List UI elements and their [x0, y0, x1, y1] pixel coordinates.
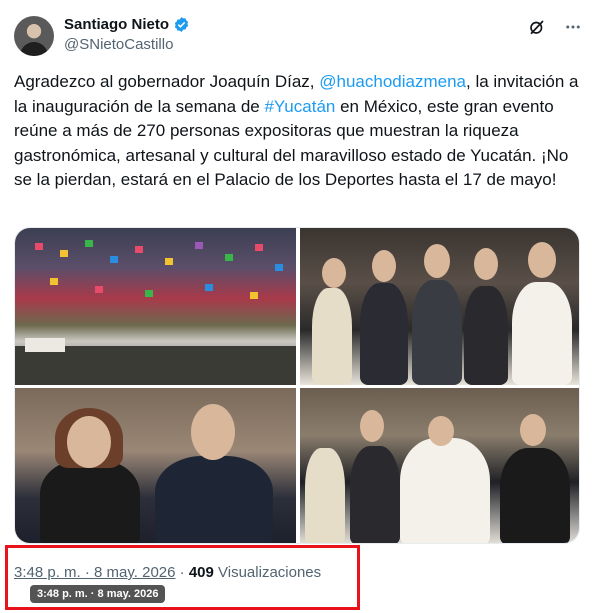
- hashtag-link[interactable]: #Yucatán: [264, 97, 335, 116]
- verified-badge-icon: [174, 17, 189, 32]
- author-names: Santiago Nieto @SNietoCastillo: [64, 16, 190, 53]
- handle[interactable]: @SNietoCastillo: [64, 36, 190, 53]
- timestamp-tooltip: 3:48 p. m. · 8 may. 2026: [30, 585, 166, 603]
- mention-link[interactable]: @huachodiazmena: [319, 72, 466, 91]
- display-name[interactable]: Santiago Nieto: [64, 16, 169, 33]
- media-grid: [14, 227, 580, 544]
- tweet-text-part: Agradezco al gobernador Joaquín Díaz,: [14, 72, 320, 91]
- views-label: Visualizaciones: [213, 564, 322, 581]
- tweet-text: Agradezco al gobernador Joaquín Díaz, @h…: [14, 70, 584, 193]
- avatar[interactable]: [14, 16, 54, 56]
- timestamp-link[interactable]: 3:48 p. m. · 8 may. 2026: [14, 564, 175, 581]
- separator: ·: [175, 564, 189, 581]
- views-count: 409: [188, 564, 214, 581]
- photo-audience-front-row[interactable]: [300, 228, 579, 385]
- photo-embrace[interactable]: [300, 388, 579, 543]
- more-icon[interactable]: [564, 18, 582, 36]
- grok-icon[interactable]: [528, 18, 546, 36]
- photo-event-hall[interactable]: [15, 228, 296, 385]
- tweet-header: Santiago Nieto @SNietoCastillo: [14, 12, 582, 62]
- tweet-footer: 3:48 p. m. · 8 may. 2026 · 409 Visualiza…: [14, 564, 321, 581]
- photo-portrait-pair[interactable]: [15, 388, 296, 543]
